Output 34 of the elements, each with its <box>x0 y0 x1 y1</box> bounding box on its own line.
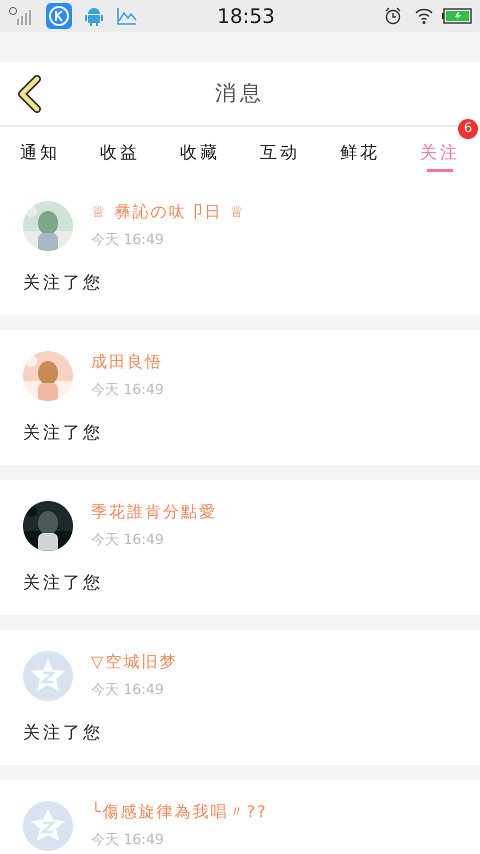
tab[interactable]: 收益 <box>80 127 160 180</box>
app-k-icon <box>46 3 72 29</box>
message-time: 今天 16:49 <box>91 531 165 550</box>
back-button[interactable] <box>16 74 44 114</box>
message-time: 今天 16:49 <box>91 381 164 400</box>
message-text: 关注了您 <box>23 423 103 443</box>
page-title: 消息 <box>215 80 265 107</box>
message-text: 关注了您 <box>23 273 103 293</box>
wifi-icon <box>414 7 434 25</box>
user-name[interactable]: 季花誰肯分點愛 <box>91 500 217 524</box>
tab[interactable]: 互动 <box>240 127 320 180</box>
android-icon <box>84 5 104 27</box>
count-badge: 6 <box>458 119 478 139</box>
tab[interactable]: 收藏 <box>160 127 240 180</box>
default-avatar-icon <box>23 650 73 700</box>
image-icon <box>116 6 138 26</box>
signal-icon <box>8 6 34 26</box>
tab[interactable]: 通知 <box>0 127 80 180</box>
message-time: 今天 16:49 <box>91 231 165 250</box>
user-name[interactable]: ▽空城旧梦 <box>91 650 178 674</box>
default-avatar-icon <box>23 800 73 850</box>
chevron-left-icon <box>16 74 42 112</box>
message-text: 关注了您 <box>23 573 103 593</box>
message-time: 今天 16:49 <box>91 831 165 850</box>
message-time: 今天 16:49 <box>91 681 165 700</box>
user-name[interactable]: ♕ 彝訫の呔卩日 ♕ <box>91 200 246 224</box>
alarm-icon <box>384 7 402 25</box>
user-name[interactable]: 成田良悟 <box>91 350 164 374</box>
clock-time: 18:53 <box>217 3 275 30</box>
user-name[interactable]: ╰傷感旋律為我唱〃?? <box>91 800 268 824</box>
tab-underline <box>427 169 453 172</box>
message-text: 关注了您 <box>23 723 103 743</box>
tab[interactable]: 鲜花 <box>320 127 400 180</box>
battery-icon <box>442 8 472 24</box>
